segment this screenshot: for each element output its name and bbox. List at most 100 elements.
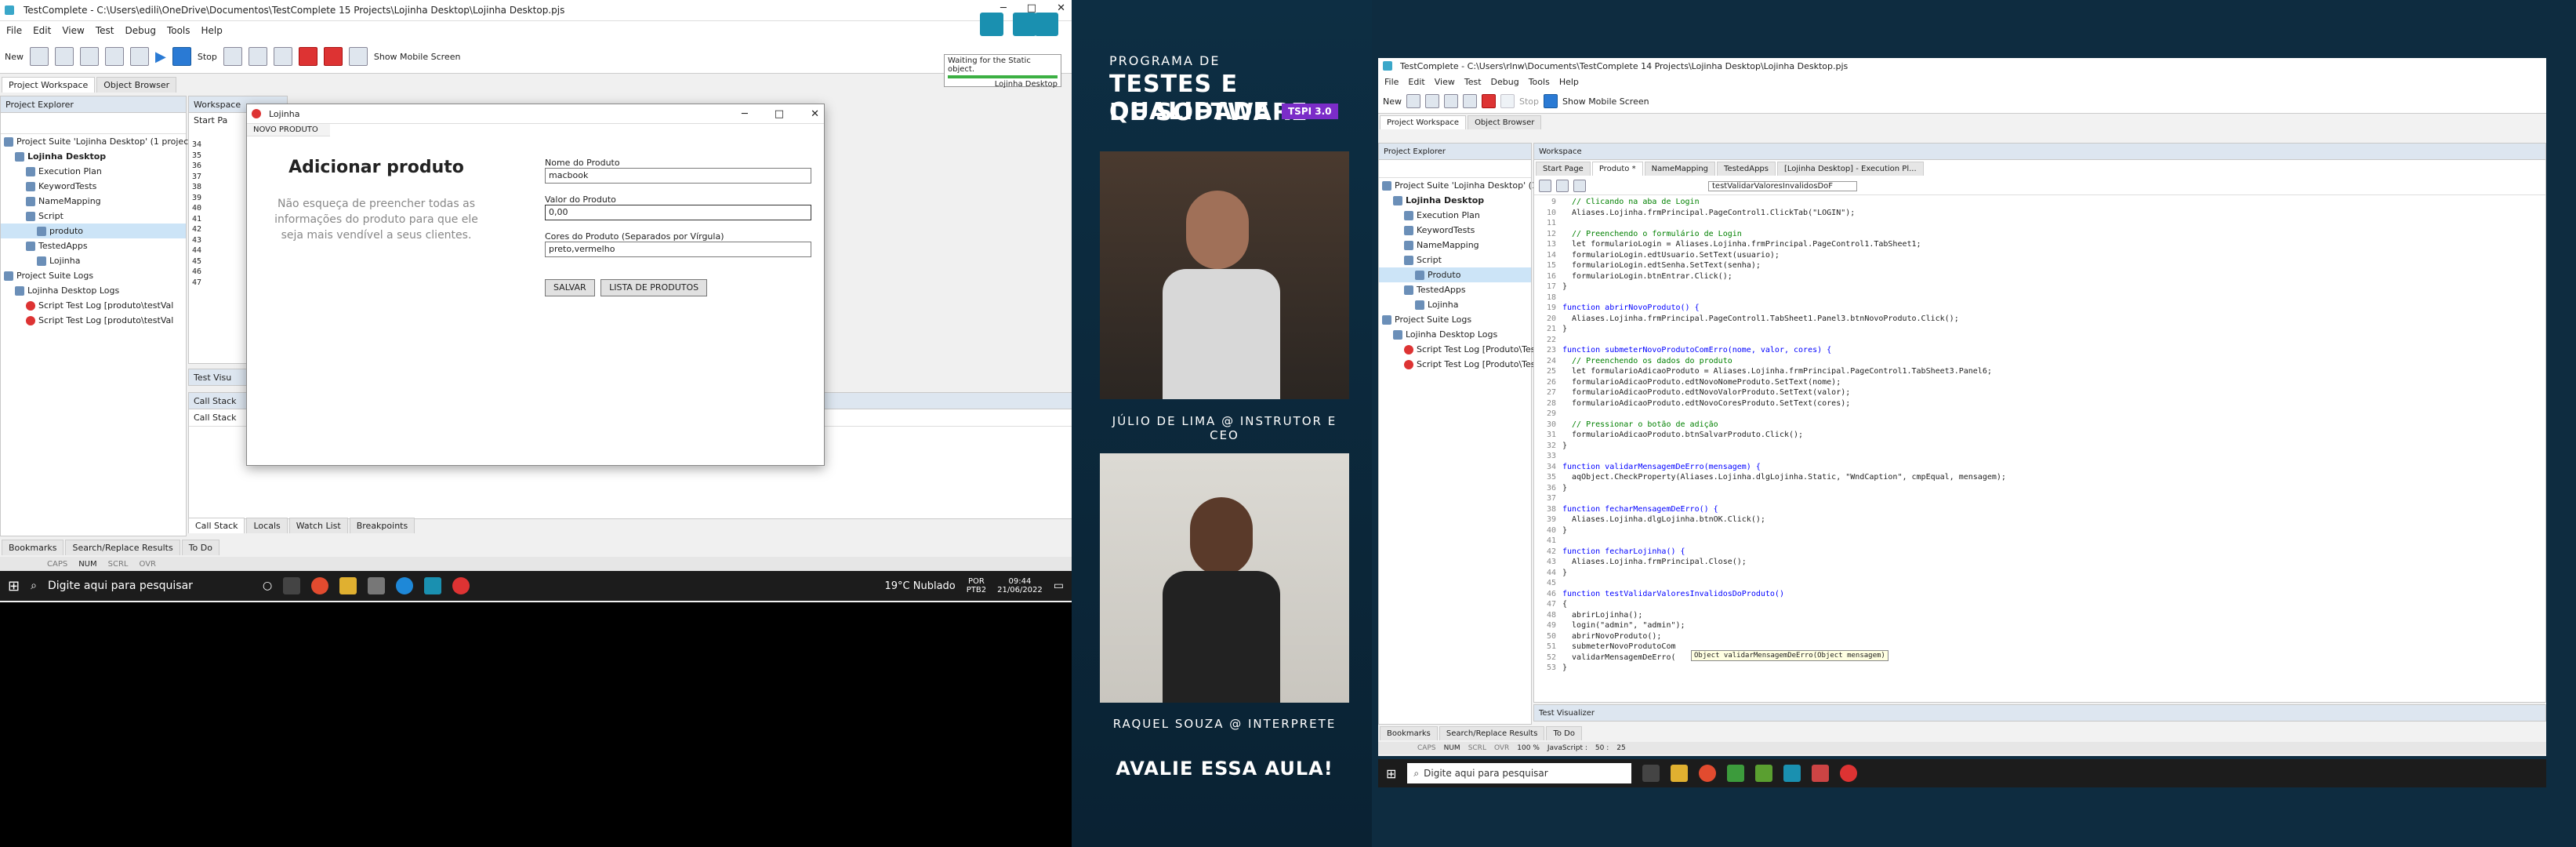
right-tab-bookmarks[interactable]: Bookmarks — [1380, 726, 1438, 740]
right-run-icon[interactable] — [1482, 94, 1496, 108]
menu-help[interactable]: Help — [201, 25, 223, 36]
right-menu-test[interactable]: Test — [1464, 77, 1482, 87]
right-tree-item[interactable]: Lojinha Desktop Logs — [1379, 327, 1531, 342]
left-tree-item[interactable]: Lojinha Desktop — [1, 149, 186, 164]
tab-todo[interactable]: To Do — [181, 540, 220, 555]
editor-tab[interactable]: NameMapping — [1644, 162, 1716, 176]
left-tree-item[interactable]: Lojinha Desktop Logs — [1, 283, 186, 298]
product-colors-field[interactable]: preto,vermelho — [545, 242, 811, 257]
left-tree-item[interactable]: Project Suite 'Lojinha Desktop' (1 proje… — [1, 134, 192, 149]
right-stop-icon[interactable] — [1500, 94, 1515, 108]
right-undo-icon[interactable] — [1444, 94, 1458, 108]
file-explorer-icon[interactable] — [339, 577, 357, 594]
comment-icon[interactable] — [1573, 180, 1586, 192]
right-menu-view[interactable]: View — [1435, 77, 1455, 87]
right-tree-item[interactable]: TestedApps — [1379, 282, 1531, 297]
notifications-icon[interactable]: ▭ — [1054, 580, 1064, 592]
right-tree-item[interactable]: Project Suite Logs — [1379, 312, 1531, 327]
right-tree-item[interactable]: Execution Plan — [1379, 208, 1531, 223]
dialog-close-icon[interactable]: ✕ — [811, 108, 819, 120]
left-tree-item[interactable]: NameMapping — [1, 194, 186, 209]
left-tree-item[interactable]: Execution Plan — [1, 164, 186, 179]
new-button[interactable]: New — [5, 52, 24, 62]
app-icon[interactable] — [368, 577, 386, 594]
windows-start-icon[interactable]: ⊞ — [8, 578, 20, 594]
right-mobile-icon[interactable] — [1544, 94, 1558, 108]
cortana-icon[interactable]: ○ — [263, 580, 272, 592]
left-tree-item[interactable]: Script Test Log [produto\testVal — [1, 298, 186, 313]
dialog-minimize-icon[interactable]: ─ — [742, 108, 748, 120]
save-button[interactable]: SALVAR — [545, 279, 595, 296]
right-app-icon[interactable] — [1755, 765, 1773, 782]
editor-tab[interactable]: [Lojinha Desktop] - Execution Pl... — [1776, 162, 1924, 176]
close-icon[interactable]: ✕ — [1057, 2, 1065, 14]
right-tree-item[interactable]: Lojinha — [1379, 297, 1531, 312]
testcomplete-taskbar-icon[interactable] — [424, 577, 442, 594]
right-tree-item[interactable]: Script Test Log [Produto\Test] — [1379, 357, 1542, 372]
pause-indicator-icon[interactable] — [1013, 13, 1036, 36]
menu-file[interactable]: File — [6, 25, 22, 36]
tab-breakpoints[interactable]: Breakpoints — [349, 518, 415, 533]
right-tab-object-browser[interactable]: Object Browser — [1468, 115, 1542, 129]
taskbar-search-icon[interactable]: ⌕ — [31, 580, 37, 592]
right-show-mobile-button[interactable]: Show Mobile Screen — [1562, 96, 1649, 107]
right-file-explorer-icon[interactable] — [1671, 765, 1689, 782]
right-task-view-icon[interactable] — [1642, 765, 1660, 782]
mobile-icon[interactable] — [348, 47, 368, 66]
clock[interactable]: 09:44 21/06/2022 — [997, 577, 1043, 594]
right-windows-start-icon[interactable]: ⊞ — [1386, 766, 1396, 781]
save-icon[interactable] — [55, 47, 74, 66]
editor-tab[interactable]: Produto * — [1591, 162, 1643, 176]
editor-tab[interactable]: Start Page — [1536, 162, 1591, 176]
left-tree-item[interactable]: Lojinha — [1, 253, 186, 268]
settings-icon[interactable] — [105, 47, 124, 66]
chrome-icon[interactable] — [311, 577, 329, 594]
language[interactable]: POR PTB2 — [967, 577, 986, 594]
right-tree-item[interactable]: KeywordTests — [1379, 223, 1531, 238]
lojinha-taskbar-icon[interactable] — [452, 577, 470, 594]
right-menu-edit[interactable]: Edit — [1408, 77, 1424, 87]
right-app-red-icon[interactable] — [1812, 765, 1830, 782]
outdent-icon[interactable] — [1556, 180, 1569, 192]
code-editor[interactable]: 9 // Clicando na aba de Login 10 Aliases.… — [1534, 195, 2545, 674]
product-value-field[interactable]: 0,00 — [545, 205, 811, 220]
right-menu-help[interactable]: Help — [1559, 77, 1579, 87]
tab-search-replace[interactable]: Search/Replace Results — [65, 540, 180, 555]
left-tree-item[interactable]: Script — [1, 209, 186, 224]
stop-icon[interactable] — [172, 47, 191, 66]
right-menu-debug[interactable]: Debug — [1491, 77, 1519, 87]
taskbar-search[interactable]: Digite aqui para pesquisar — [48, 580, 252, 592]
menu-debug[interactable]: Debug — [125, 25, 155, 36]
left-tree-item[interactable]: produto — [1, 224, 186, 238]
right-testcomplete-taskbar-icon[interactable] — [1783, 765, 1801, 782]
tab-call-stack[interactable]: Call Stack — [188, 518, 245, 533]
task-view-icon[interactable] — [283, 577, 301, 594]
product-list-button[interactable]: LISTA DE PRODUTOS — [600, 279, 708, 296]
right-app-green-icon[interactable] — [1727, 765, 1745, 782]
pause-icon[interactable] — [223, 47, 242, 66]
menu-test[interactable]: Test — [96, 25, 114, 36]
left-tree-item[interactable]: KeywordTests — [1, 179, 186, 194]
step-over-icon[interactable] — [248, 47, 267, 66]
editor-tab[interactable]: TestedApps — [1717, 162, 1776, 176]
edge-icon[interactable] — [396, 577, 414, 594]
run-icon[interactable]: ▶ — [155, 49, 166, 65]
bug-icon[interactable] — [298, 47, 317, 66]
right-tree-item[interactable]: NameMapping — [1379, 238, 1531, 253]
indent-icon[interactable] — [1539, 180, 1551, 192]
left-tree-item[interactable]: Project Suite Logs — [1, 268, 186, 283]
step-into-icon[interactable] — [273, 47, 292, 66]
right-new-button[interactable]: New — [1383, 96, 1402, 107]
right-chrome-icon[interactable] — [1699, 765, 1717, 782]
right-tree-item[interactable]: Script Test Log [Produto\Test] — [1379, 342, 1542, 357]
right-tree-item[interactable]: Lojinha Desktop — [1379, 193, 1531, 208]
right-menu-tools[interactable]: Tools — [1529, 77, 1550, 87]
right-menu-file[interactable]: File — [1384, 77, 1399, 87]
record-icon[interactable] — [130, 47, 149, 66]
tab-locals[interactable]: Locals — [246, 518, 288, 533]
weather[interactable]: 19°C Nublado — [884, 580, 955, 592]
right-tab-todo[interactable]: To Do — [1546, 726, 1582, 740]
left-tree-item[interactable]: TestedApps — [1, 238, 186, 253]
right-tree-item[interactable]: Produto — [1379, 267, 1531, 282]
stop-indicator-icon[interactable] — [1035, 13, 1058, 36]
